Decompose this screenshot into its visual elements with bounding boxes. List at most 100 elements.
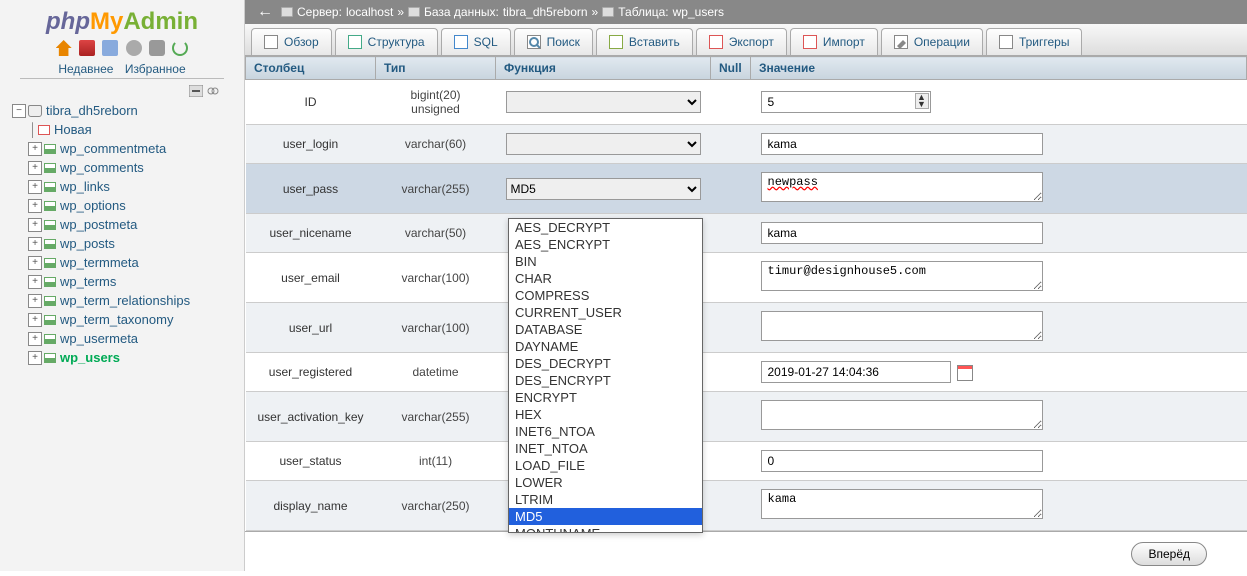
dropdown-option[interactable]: DAYNAME bbox=[509, 338, 702, 355]
back-icon[interactable]: ← bbox=[253, 3, 277, 21]
stepper-icon[interactable]: ▲▼ bbox=[915, 93, 929, 109]
calendar-icon[interactable] bbox=[957, 365, 973, 381]
dropdown-option[interactable]: ENCRYPT bbox=[509, 389, 702, 406]
value-textarea[interactable]: kama bbox=[761, 489, 1043, 519]
table-node[interactable]: + wp_terms bbox=[8, 272, 236, 291]
plus-icon[interactable]: + bbox=[28, 218, 42, 232]
table-node[interactable]: + wp_users bbox=[8, 348, 236, 367]
dropdown-option[interactable]: DATABASE bbox=[509, 321, 702, 338]
table-node[interactable]: + wp_commentmeta bbox=[8, 139, 236, 158]
value-input[interactable] bbox=[761, 361, 951, 383]
dropdown-option[interactable]: AES_DECRYPT bbox=[509, 219, 702, 236]
plus-icon[interactable]: + bbox=[28, 161, 42, 175]
header-function[interactable]: Функция bbox=[496, 57, 711, 80]
db-label[interactable]: tibra_dh5reborn bbox=[46, 101, 138, 120]
value-input[interactable] bbox=[761, 222, 1043, 244]
tab-sql[interactable]: SQL bbox=[441, 28, 511, 55]
db-node[interactable]: − tibra_dh5reborn bbox=[8, 101, 236, 120]
dropdown-option[interactable]: CURRENT_USER bbox=[509, 304, 702, 321]
home-icon[interactable] bbox=[56, 40, 72, 56]
logo[interactable]: phpMyAdmin bbox=[0, 0, 244, 38]
new-table-node[interactable]: │ Новая bbox=[8, 120, 236, 139]
table-label[interactable]: wp_links bbox=[60, 177, 110, 196]
settings-icon[interactable] bbox=[149, 40, 165, 56]
recent-tab[interactable]: Недавнее bbox=[58, 62, 113, 76]
dropdown-option[interactable]: INET6_NTOA bbox=[509, 423, 702, 440]
header-null[interactable]: Null bbox=[711, 57, 751, 80]
tab-search[interactable]: Поиск bbox=[514, 28, 593, 55]
table-label[interactable]: wp_term_relationships bbox=[60, 291, 190, 310]
tab-operations[interactable]: Операции bbox=[881, 28, 983, 55]
function-select[interactable] bbox=[506, 91, 701, 113]
function-select[interactable]: MD5 bbox=[506, 178, 701, 200]
dropdown-option[interactable]: LOAD_FILE bbox=[509, 457, 702, 474]
value-textarea[interactable] bbox=[761, 400, 1043, 430]
collapse-all-icon[interactable] bbox=[189, 85, 203, 97]
minus-icon[interactable]: − bbox=[12, 104, 26, 118]
dropdown-option[interactable]: LTRIM bbox=[509, 491, 702, 508]
value-input[interactable] bbox=[761, 91, 931, 113]
value-textarea[interactable] bbox=[761, 311, 1043, 341]
header-value[interactable]: Значение bbox=[751, 57, 1247, 80]
value-textarea[interactable]: newpass bbox=[761, 172, 1043, 202]
favorite-tab[interactable]: Избранное bbox=[125, 62, 186, 76]
table-label[interactable]: wp_postmeta bbox=[60, 215, 137, 234]
plus-icon[interactable]: + bbox=[28, 351, 42, 365]
plus-icon[interactable]: + bbox=[28, 199, 42, 213]
tab-structure[interactable]: Структура bbox=[335, 28, 438, 55]
tab-triggers[interactable]: Триггеры bbox=[986, 28, 1083, 55]
dropdown-option[interactable]: HEX bbox=[509, 406, 702, 423]
function-dropdown-list[interactable]: AES_DECRYPTAES_ENCRYPTBINCHARCOMPRESSCUR… bbox=[508, 218, 703, 533]
dropdown-option[interactable]: DES_DECRYPT bbox=[509, 355, 702, 372]
table-node[interactable]: + wp_term_taxonomy bbox=[8, 310, 236, 329]
plus-icon[interactable]: + bbox=[28, 142, 42, 156]
table-label[interactable]: wp_terms bbox=[60, 272, 116, 291]
new-table-label[interactable]: Новая bbox=[54, 120, 92, 139]
dropdown-option[interactable]: MONTHNAME bbox=[509, 525, 702, 533]
table-label[interactable]: wp_commentmeta bbox=[60, 139, 166, 158]
plus-icon[interactable]: + bbox=[28, 294, 42, 308]
dropdown-option[interactable]: COMPRESS bbox=[509, 287, 702, 304]
table-node[interactable]: +wp_termmeta bbox=[8, 253, 236, 272]
plus-icon[interactable]: + bbox=[28, 275, 42, 289]
dropdown-option[interactable]: CHAR bbox=[509, 270, 702, 287]
table-node[interactable]: + wp_usermeta bbox=[8, 329, 236, 348]
table-label[interactable]: wp_options bbox=[60, 196, 126, 215]
plus-icon[interactable]: + bbox=[28, 256, 42, 270]
function-select[interactable] bbox=[506, 133, 701, 155]
help-icon[interactable] bbox=[126, 40, 142, 56]
sql-icon[interactable] bbox=[102, 40, 118, 56]
logout-icon[interactable] bbox=[79, 40, 95, 56]
dropdown-option[interactable]: DES_ENCRYPT bbox=[509, 372, 702, 389]
table-link[interactable]: wp_users bbox=[673, 5, 724, 19]
tab-export[interactable]: Экспорт bbox=[696, 28, 787, 55]
value-input[interactable] bbox=[761, 133, 1043, 155]
plus-icon[interactable]: + bbox=[28, 313, 42, 327]
refresh-icon[interactable] bbox=[172, 40, 188, 56]
table-node[interactable]: + wp_postmeta bbox=[8, 215, 236, 234]
table-node[interactable]: + wp_term_relationships bbox=[8, 291, 236, 310]
table-label[interactable]: wp_posts bbox=[60, 234, 115, 253]
table-node[interactable]: +wp_comments bbox=[8, 158, 236, 177]
dropdown-option[interactable]: INET_NTOA bbox=[509, 440, 702, 457]
table-label[interactable]: wp_term_taxonomy bbox=[60, 310, 173, 329]
header-column[interactable]: Столбец bbox=[246, 57, 376, 80]
value-input[interactable] bbox=[761, 450, 1043, 472]
link-icon[interactable] bbox=[206, 85, 220, 97]
dropdown-option[interactable]: MD5 bbox=[509, 508, 702, 525]
value-textarea[interactable]: timur@designhouse5.com bbox=[761, 261, 1043, 291]
dropdown-option[interactable]: LOWER bbox=[509, 474, 702, 491]
server-link[interactable]: localhost bbox=[346, 5, 393, 19]
table-node[interactable]: +wp_links bbox=[8, 177, 236, 196]
table-label[interactable]: wp_usermeta bbox=[60, 329, 138, 348]
submit-button[interactable]: Вперёд bbox=[1131, 542, 1207, 566]
tab-import[interactable]: Импорт bbox=[790, 28, 878, 55]
table-label[interactable]: wp_users bbox=[60, 348, 120, 367]
tab-browse[interactable]: Обзор bbox=[251, 28, 332, 55]
plus-icon[interactable]: + bbox=[28, 332, 42, 346]
plus-icon[interactable]: + bbox=[28, 237, 42, 251]
db-link[interactable]: tibra_dh5reborn bbox=[503, 5, 588, 19]
table-node[interactable]: + wp_options bbox=[8, 196, 236, 215]
dropdown-option[interactable]: AES_ENCRYPT bbox=[509, 236, 702, 253]
dropdown-option[interactable]: BIN bbox=[509, 253, 702, 270]
